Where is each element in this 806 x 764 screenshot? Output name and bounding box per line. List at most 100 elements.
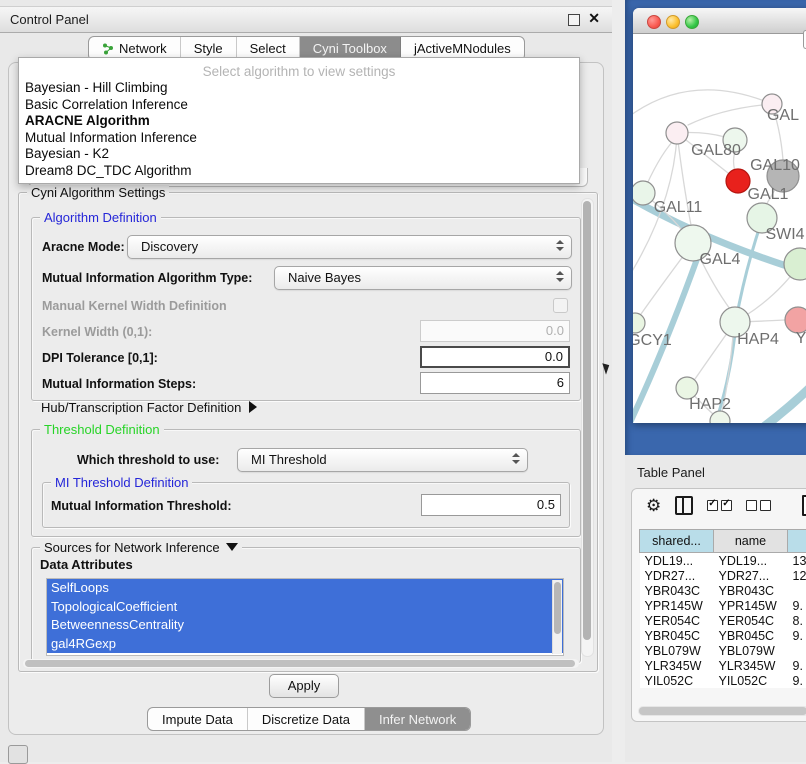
tab-infer-network[interactable]: Infer Network [365, 708, 470, 730]
node-label: GAL1 [748, 186, 789, 203]
collapsed-arrow-icon [249, 401, 257, 413]
attributes-scrollbar[interactable] [552, 580, 562, 654]
network-node[interactable] [666, 122, 688, 144]
mac-zoom-icon[interactable] [685, 15, 699, 29]
control-panel-title: Control Panel [10, 12, 89, 27]
combo-spinner-icon [556, 240, 564, 254]
table-row[interactable]: YBL079WYBL079W [640, 643, 806, 658]
table-cell: YBR045C [714, 628, 788, 643]
table-cell: YLR345W [714, 658, 788, 673]
table-row[interactable]: YPR145WYPR145W9. [640, 598, 806, 613]
table-header-row: shared...name [640, 530, 806, 553]
algorithm-option[interactable]: Basic Correlation Inference [19, 97, 579, 114]
checked-boxes-icon[interactable] [707, 500, 732, 511]
which-threshold-value: MI Threshold [251, 452, 327, 467]
network-window-titlebar[interactable] [633, 8, 806, 34]
mac-close-icon[interactable] [647, 15, 661, 29]
document-icon[interactable] [802, 495, 806, 516]
table-row[interactable]: YER054CYER054C8. [640, 613, 806, 628]
algorithm-option[interactable]: ARACNE Algorithm [19, 113, 579, 130]
table-cell: YDR27... [640, 568, 714, 583]
attribute-item[interactable]: BetweennessCentrality [47, 616, 563, 635]
tab-impute-data[interactable]: Impute Data [148, 708, 248, 730]
column-header[interactable]: name [714, 530, 788, 553]
table-cell: YBL079W [640, 643, 714, 658]
combo-spinner-icon [512, 453, 520, 467]
apply-button[interactable]: Apply [269, 674, 339, 698]
mi-type-combo[interactable]: Naive Bayes [274, 266, 572, 290]
dpi-tolerance-field[interactable]: 0.0 [420, 346, 570, 368]
sources-group-title[interactable]: Sources for Network Inference [40, 540, 242, 555]
network-canvas-container[interactable]: GALGAL80GAL10GAL1GAL11SWI4GAL4GCY1HAP4YH… [633, 33, 806, 423]
sources-group: Sources for Network Inference Data Attri… [31, 547, 581, 663]
table-cell: 13 [788, 553, 806, 569]
mi-steps-field[interactable]: 6 [420, 372, 570, 394]
kernel-width-label: Kernel Width (0,1): [42, 325, 152, 339]
settings-vertical-scrollbar[interactable] [581, 198, 594, 657]
unchecked-boxes-icon[interactable] [746, 500, 771, 511]
aracne-mode-combo[interactable]: Discovery [127, 235, 572, 259]
table-row[interactable]: YIL052CYIL052C9. [640, 673, 806, 688]
node-label: GAL10 [750, 157, 800, 174]
network-edge[interactable] [688, 104, 772, 125]
table-row[interactable]: YBR043CYBR043C [640, 583, 806, 598]
table-panel-title: Table Panel [637, 465, 705, 480]
table-row[interactable]: YBR045CYBR045C9. [640, 628, 806, 643]
mi-threshold-field[interactable]: 0.5 [421, 494, 561, 516]
table-cell: YBR043C [714, 583, 788, 598]
network-node[interactable] [784, 248, 806, 280]
hub-definition-toggle[interactable]: Hub/Transcription Factor Definition [41, 400, 257, 415]
table-cell: YBL079W [714, 643, 788, 658]
float-window-icon[interactable] [568, 14, 580, 26]
threshold-definition-group: Threshold Definition Which threshold to … [31, 429, 581, 537]
table-cell: YDL19... [640, 553, 714, 569]
table-horizontal-scrollbar[interactable] [638, 706, 806, 716]
table-cell: YER054C [714, 613, 788, 628]
network-edge[interactable] [753, 383, 806, 423]
close-icon[interactable]: ✕ [588, 10, 600, 27]
algorithm-option[interactable]: Bayesian - Hill Climbing [19, 80, 579, 97]
node-label: HAP4 [737, 331, 779, 348]
algorithm-option[interactable]: Mutual Information Inference [19, 130, 579, 147]
table-cell [788, 643, 806, 658]
settings-horizontal-scrollbar[interactable] [23, 659, 579, 668]
which-threshold-combo[interactable]: MI Threshold [237, 448, 528, 472]
table-panel: Table Panel ⚙ shared...name YDL19...YDL1… [625, 455, 806, 762]
table-row[interactable]: YDL19...YDL19...13 [640, 553, 806, 569]
node-label: GCY1 [633, 332, 672, 349]
gear-icon[interactable]: ⚙ [646, 497, 661, 514]
node-table[interactable]: shared...name YDL19...YDL19...13YDR27...… [639, 529, 806, 688]
network-node[interactable] [726, 169, 750, 193]
dpi-tolerance-label: DPI Tolerance [0,1]: [42, 351, 158, 365]
hub-definition-label: Hub/Transcription Factor Definition [41, 400, 241, 415]
table-cell: 9. [788, 673, 806, 688]
tab-discretize-data[interactable]: Discretize Data [248, 708, 365, 730]
table-row[interactable]: YLR345WYLR345W9. [640, 658, 806, 673]
network-edge[interactable] [736, 223, 761, 320]
aracne-mode-label: Aracne Mode: [42, 240, 125, 254]
table-cell: YDR27... [714, 568, 788, 583]
network-edge[interactable] [633, 90, 772, 115]
data-attributes-label: Data Attributes [40, 557, 133, 572]
column-header[interactable]: shared... [640, 530, 714, 553]
minimized-panel-icon[interactable] [8, 745, 28, 764]
algorithm-option[interactable]: Dream8 DC_TDC Algorithm [19, 163, 579, 180]
network-node[interactable] [633, 313, 645, 333]
attribute-item[interactable]: TopologicalCoefficient [47, 598, 563, 617]
table-cell: YBR045C [640, 628, 714, 643]
manual-kernel-checkbox[interactable] [553, 298, 568, 313]
tab-label: Network [119, 41, 167, 56]
kernel-width-field[interactable]: 0.0 [420, 320, 570, 342]
column-header[interactable] [788, 530, 806, 553]
tab-label: Select [250, 41, 286, 56]
table-cell: 8. [788, 613, 806, 628]
split-column-icon[interactable] [675, 496, 693, 515]
mac-minimize-icon[interactable] [666, 15, 680, 29]
table-cell: YPR145W [640, 598, 714, 613]
network-node[interactable] [633, 181, 655, 205]
table-row[interactable]: YDR27...YDR27...12 [640, 568, 806, 583]
attribute-item[interactable]: SelfLoops [47, 579, 563, 598]
data-attributes-list[interactable]: SelfLoopsTopologicalCoefficientBetweenne… [46, 578, 564, 656]
algorithm-option[interactable]: Bayesian - K2 [19, 146, 579, 163]
attribute-item[interactable]: gal4RGexp [47, 635, 563, 654]
